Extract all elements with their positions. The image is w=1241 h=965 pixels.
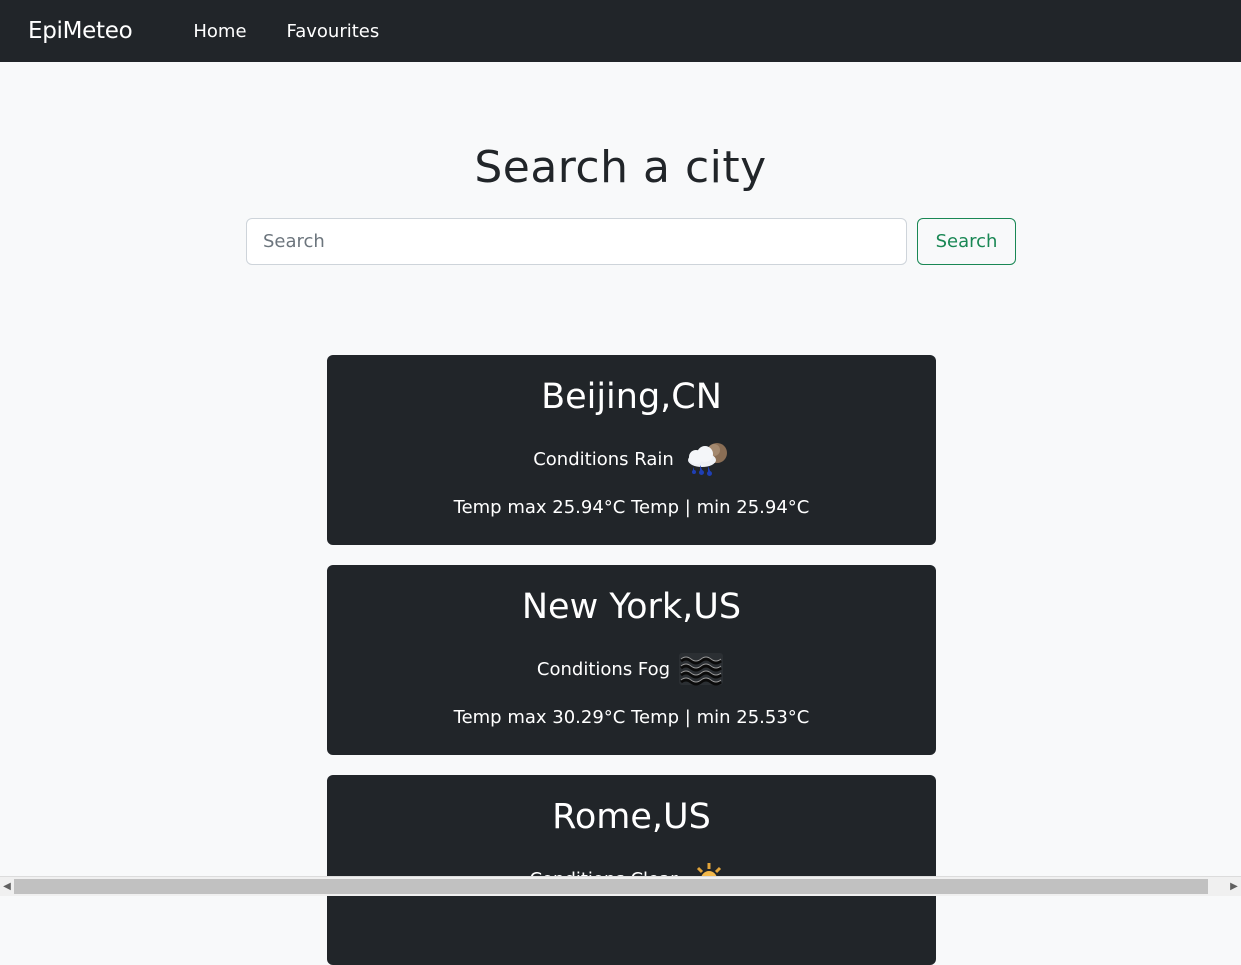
nav-link-home[interactable]: Home bbox=[193, 21, 246, 42]
card-conditions-text: Conditions Rain bbox=[533, 448, 674, 470]
page-title: Search a city bbox=[474, 142, 767, 193]
weather-card-rome: Rome,US Conditions Clear bbox=[327, 775, 936, 965]
scrollbar-thumb[interactable] bbox=[14, 879, 1208, 894]
search-input[interactable] bbox=[246, 218, 907, 265]
scroll-right-icon[interactable]: ▶ bbox=[1227, 877, 1241, 896]
nav-link-favourites[interactable]: Favourites bbox=[287, 21, 380, 42]
weather-card-beijing: Beijing,CN Conditions Rain Temp max 25.9… bbox=[327, 355, 936, 545]
card-city: New York,US bbox=[521, 587, 742, 627]
card-temperature: Temp max 30.29°C Temp | min 25.53°C bbox=[453, 707, 810, 728]
rain-cloud-icon bbox=[680, 439, 730, 479]
fog-icon bbox=[676, 649, 726, 689]
search-button[interactable]: Search bbox=[917, 218, 1016, 265]
navbar: EpiMeteo Home Favourites bbox=[0, 0, 1241, 62]
card-city: Rome,US bbox=[552, 797, 711, 837]
card-temperature: Temp max 25.94°C Temp | min 25.94°C bbox=[453, 497, 810, 518]
card-conditions-text: Conditions Fog bbox=[536, 658, 671, 680]
card-conditions: Conditions Rain bbox=[327, 439, 936, 479]
horizontal-scrollbar[interactable]: ◀ ▶ bbox=[0, 876, 1241, 896]
card-conditions: Conditions Fog bbox=[327, 649, 936, 689]
weather-card-new-york: New York,US Conditions Fog Temp max 30.2… bbox=[327, 565, 936, 755]
brand-logo[interactable]: EpiMeteo bbox=[28, 18, 133, 44]
card-city: Beijing,CN bbox=[541, 377, 722, 417]
scroll-left-icon[interactable]: ◀ bbox=[0, 877, 14, 896]
